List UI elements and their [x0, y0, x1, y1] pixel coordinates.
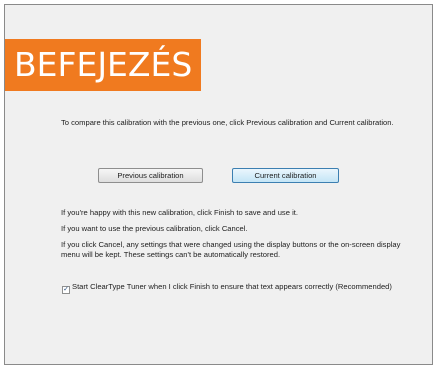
intro-text: To compare this calibration with the pre… — [61, 118, 394, 127]
wizard-window: BEFEJEZÉS To compare this calibration wi… — [4, 4, 433, 365]
cleartype-checkbox-label[interactable]: Start ClearType Tuner when I click Finis… — [72, 282, 402, 292]
cancel-warning-text: If you click Cancel, any settings that w… — [61, 240, 401, 259]
finish-info-text: If you're happy with this new calibratio… — [61, 208, 298, 217]
previous-calibration-button[interactable]: Previous calibration — [98, 168, 203, 183]
cleartype-checkbox[interactable]: ✓ — [62, 286, 70, 294]
current-calibration-button[interactable]: Current calibration — [232, 168, 339, 183]
page-title-banner: BEFEJEZÉS — [5, 39, 201, 91]
cancel-info-text: If you want to use the previous calibrat… — [61, 224, 248, 233]
